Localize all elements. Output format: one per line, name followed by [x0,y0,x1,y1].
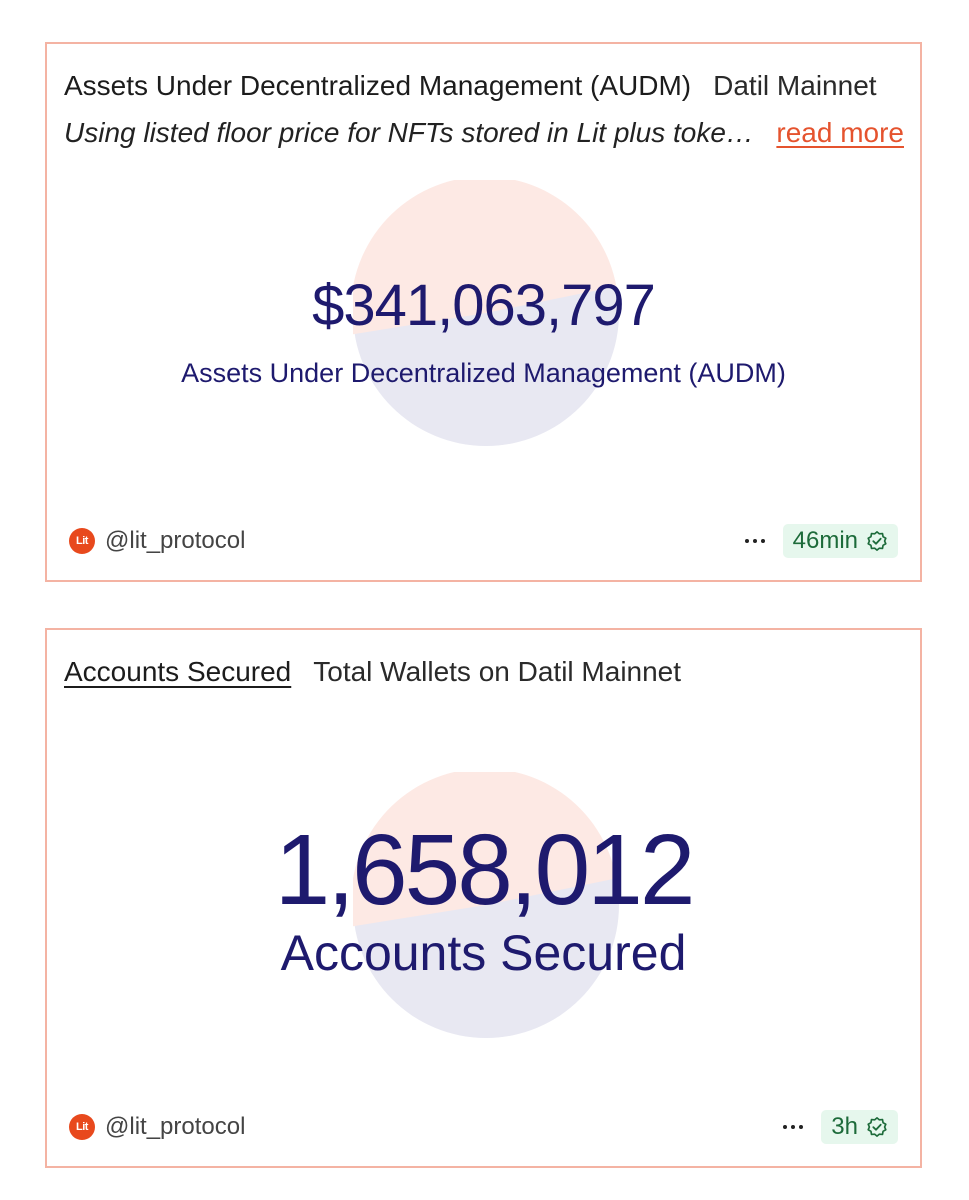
verified-check-icon [867,531,887,551]
freshness-badge[interactable]: 46min [782,524,898,558]
author[interactable]: Lit @lit_protocol [69,1113,245,1141]
card-actions: 46min [741,524,898,558]
author-handle[interactable]: @lit_protocol [105,527,245,555]
card-title[interactable]: Accounts Secured [64,656,291,688]
card-description-row: Using listed floor price for NFTs stored… [64,114,904,152]
card-subtitle: Datil Mainnet [713,70,877,101]
freshness-age: 46min [792,527,858,554]
card-title[interactable]: Assets Under Decentralized Management (A… [64,70,691,102]
freshness-badge[interactable]: 3h [821,1110,898,1144]
card-header: Assets Under Decentralized Management (A… [64,68,904,104]
metric-value: 1,658,012 [274,814,696,926]
author-handle[interactable]: @lit_protocol [105,1113,245,1141]
metric-label: Accounts Secured [280,925,687,981]
author[interactable]: Lit @lit_protocol [69,527,245,555]
card-footer: Lit @lit_protocol 3h [69,1110,898,1144]
card-header: Accounts Secured Total Wallets on Datil … [64,654,904,690]
read-more-link[interactable]: read more [776,117,904,149]
card-description: Using listed floor price for NFTs stored… [64,117,768,148]
card-actions: 3h [779,1110,898,1144]
metric-label: Assets Under Decentralized Management (A… [181,358,786,388]
accounts-secured-card: Accounts Secured Total Wallets on Datil … [45,628,922,1168]
lit-protocol-logo-icon: Lit [69,1114,95,1140]
card-footer: Lit @lit_protocol 46min [69,524,898,558]
card-subtitle: Total Wallets on Datil Mainnet [313,656,682,687]
freshness-age: 3h [831,1113,858,1140]
audm-card: Assets Under Decentralized Management (A… [45,42,922,582]
lit-protocol-logo-icon: Lit [69,528,95,554]
verified-check-icon [867,1117,887,1137]
metric-value: $341,063,797 [312,273,656,338]
more-horizontal-icon[interactable] [741,535,769,547]
more-horizontal-icon[interactable] [779,1121,807,1133]
